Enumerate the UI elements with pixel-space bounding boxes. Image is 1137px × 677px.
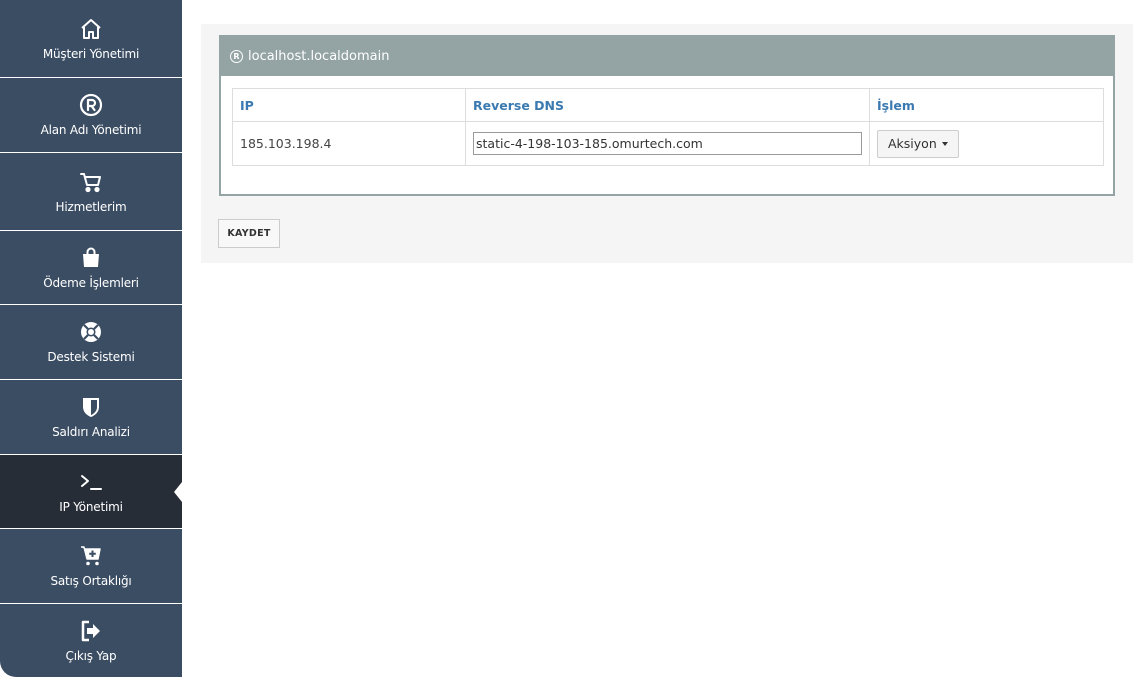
column-header-reverse-dns: Reverse DNS bbox=[465, 88, 870, 122]
sidebar-item-cikis-yap[interactable]: Çıkış Yap bbox=[0, 604, 182, 677]
shopping-bag-icon bbox=[83, 247, 99, 267]
sidebar-item-alan-adi-yonetimi[interactable]: Alan Adı Yönetimi bbox=[0, 78, 182, 153]
action-cell: Aksiyon bbox=[869, 121, 1104, 166]
sidebar-item-label: Destek Sistemi bbox=[47, 350, 135, 364]
sidebar-item-hizmetlerim[interactable]: Hizmetlerim bbox=[0, 153, 182, 231]
sidebar: Müşteri Yönetimi Alan Adı Yönetimi Hizme… bbox=[0, 0, 182, 677]
content-area: R localhost.localdomain IP Reverse DNS İ… bbox=[201, 24, 1133, 263]
registered-icon bbox=[79, 93, 103, 117]
registered-icon: R bbox=[230, 50, 243, 63]
ip-cell: 185.103.198.4 bbox=[232, 121, 466, 166]
column-header-ip: IP bbox=[232, 88, 466, 122]
home-icon bbox=[81, 18, 101, 39]
sidebar-item-satis-ortakligi[interactable]: Satış Ortaklığı bbox=[0, 529, 182, 604]
cart-icon bbox=[80, 172, 101, 192]
sign-out-icon bbox=[81, 620, 100, 641]
panel-title: localhost.localdomain bbox=[248, 49, 390, 64]
ip-table: IP Reverse DNS İşlem 185.103.198.4 Aksiy… bbox=[232, 88, 1104, 166]
sidebar-item-label: Saldırı Analizi bbox=[52, 425, 130, 439]
terminal-icon bbox=[81, 474, 102, 490]
table-header-row: IP Reverse DNS İşlem bbox=[232, 88, 1104, 122]
aksiyon-dropdown-button[interactable]: Aksiyon bbox=[877, 129, 959, 158]
sidebar-item-label: IP Yönetimi bbox=[59, 499, 123, 514]
sidebar-item-saldiri-analizi[interactable]: Saldırı Analizi bbox=[0, 380, 182, 455]
sidebar-item-ip-yonetimi[interactable]: IP Yönetimi bbox=[0, 455, 182, 529]
reverse-dns-cell bbox=[465, 121, 870, 166]
domain-panel: R localhost.localdomain IP Reverse DNS İ… bbox=[219, 35, 1115, 196]
caret-down-icon bbox=[941, 141, 948, 146]
reverse-dns-input[interactable] bbox=[473, 132, 862, 155]
shield-icon bbox=[83, 398, 99, 417]
sidebar-item-label: Satış Ortaklığı bbox=[50, 574, 132, 588]
aksiyon-label: Aksiyon bbox=[888, 136, 937, 151]
sidebar-item-label: Müşteri Yönetimi bbox=[42, 46, 140, 61]
sidebar-item-label: Alan Adı Yönetimi bbox=[40, 123, 142, 137]
sidebar-item-label: Çıkış Yap bbox=[65, 648, 117, 663]
sidebar-item-label: Hizmetlerim bbox=[55, 199, 127, 214]
active-pointer bbox=[174, 481, 182, 502]
save-button[interactable]: KAYDET bbox=[218, 219, 280, 248]
cart-plus-icon bbox=[81, 546, 101, 566]
sidebar-item-odeme-islemleri[interactable]: Ödeme İşlemleri bbox=[0, 231, 182, 305]
sidebar-item-label: Ödeme İşlemleri bbox=[43, 275, 139, 290]
sidebar-item-musteri-yonetimi[interactable]: Müşteri Yönetimi bbox=[0, 0, 182, 78]
column-header-action: İşlem bbox=[869, 88, 1104, 122]
table-row: 185.103.198.4 Aksiyon bbox=[232, 121, 1104, 166]
lifebuoy-icon bbox=[81, 322, 101, 342]
panel-header: R localhost.localdomain bbox=[221, 37, 1113, 76]
sidebar-item-destek-sistemi[interactable]: Destek Sistemi bbox=[0, 305, 182, 380]
